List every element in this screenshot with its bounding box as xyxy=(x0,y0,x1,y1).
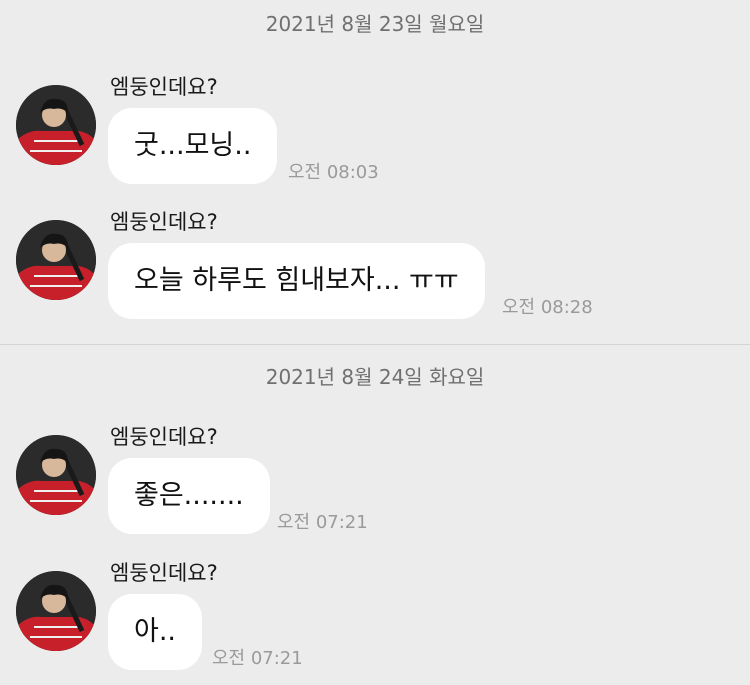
message-row: 엠둥인데요? 굿...모닝.. 오전 08:03 xyxy=(0,75,750,195)
message-row: 엠둥인데요? 오늘 하루도 힘내보자... ㅠㅠ 오전 08:28 xyxy=(0,210,750,330)
message-timestamp: 오전 07:21 xyxy=(277,512,368,533)
sender-name: 엠둥인데요? xyxy=(110,75,218,99)
message-row: 엠둥인데요? 좋은....... 오전 07:21 xyxy=(0,425,750,545)
message-timestamp: 오전 08:28 xyxy=(502,297,593,318)
sender-name: 엠둥인데요? xyxy=(110,561,218,585)
date-header: 2021년 8월 24일 화요일 xyxy=(265,365,485,389)
avatar[interactable] xyxy=(16,220,96,300)
message-bubble[interactable]: 아.. xyxy=(108,594,203,670)
date-header: 2021년 8월 23일 월요일 xyxy=(265,12,485,36)
message-timestamp: 오전 08:03 xyxy=(288,162,379,183)
message-bubble[interactable]: 오늘 하루도 힘내보자... ㅠㅠ xyxy=(108,243,485,319)
message-bubble[interactable]: 굿...모닝.. xyxy=(108,108,278,184)
profile-photo-icon xyxy=(16,85,96,165)
profile-photo-icon xyxy=(16,220,96,300)
sender-name: 엠둥인데요? xyxy=(110,210,218,234)
avatar[interactable] xyxy=(16,85,96,165)
profile-photo-icon xyxy=(16,571,96,651)
message-bubble[interactable]: 좋은....... xyxy=(108,458,270,534)
message-row: 엠둥인데요? 아.. 오전 07:21 xyxy=(0,561,750,681)
avatar[interactable] xyxy=(16,435,96,515)
avatar[interactable] xyxy=(16,571,96,651)
message-timestamp: 오전 07:21 xyxy=(212,648,303,669)
profile-photo-icon xyxy=(16,435,96,515)
sender-name: 엠둥인데요? xyxy=(110,425,218,449)
date-divider xyxy=(0,344,750,345)
